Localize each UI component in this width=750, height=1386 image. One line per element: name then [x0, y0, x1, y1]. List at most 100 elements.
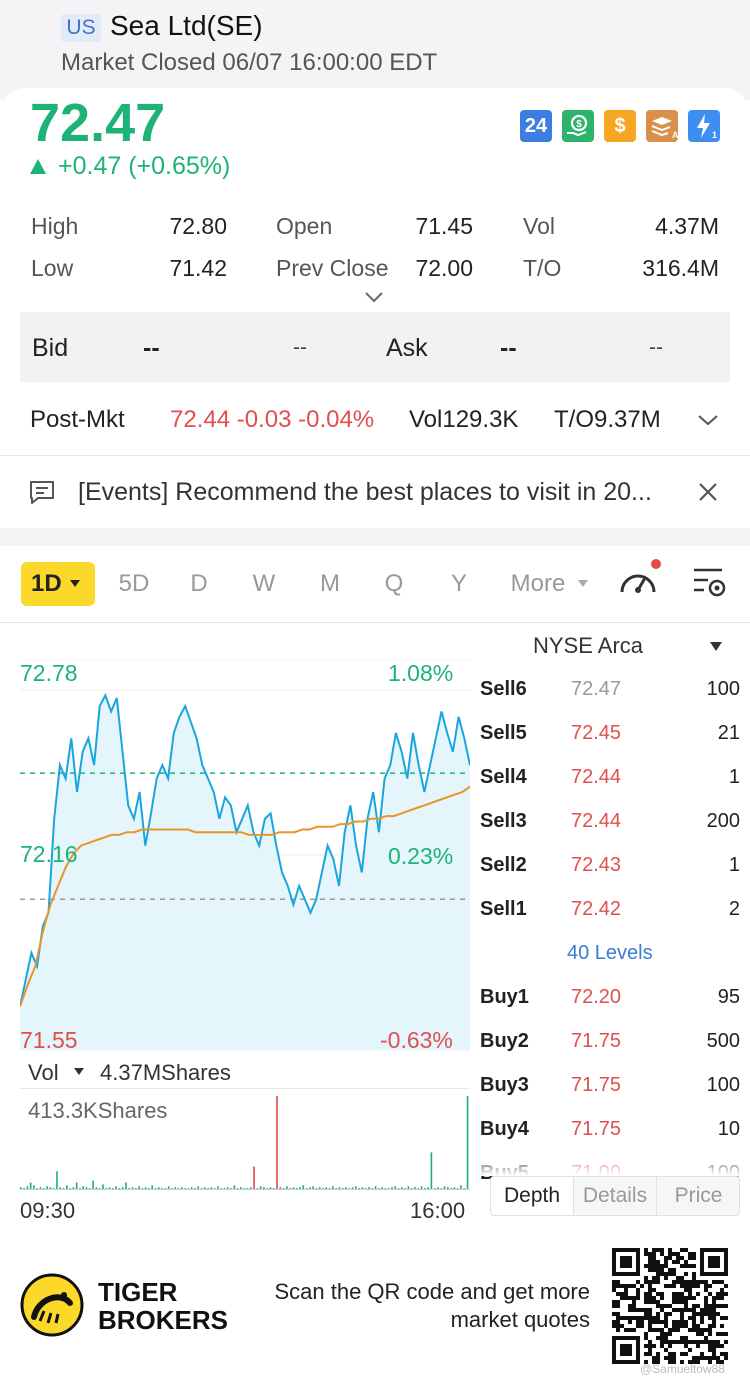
24h-trading-icon[interactable]: 24: [520, 110, 552, 142]
ask-price: 72.45: [571, 722, 622, 744]
bid-row[interactable]: Buy3 71.75 100: [480, 1074, 740, 1102]
volume-bar: [56, 1171, 58, 1190]
bid-price: 71.75: [571, 1030, 622, 1052]
stack-books-icon[interactable]: A: [646, 110, 679, 142]
bid-size: 95: [717, 986, 740, 1008]
bid-level-label: Buy2: [480, 1030, 529, 1052]
volume-bar: [75, 1182, 78, 1190]
bid-level-label: Buy4: [480, 1118, 529, 1140]
bid-size: 10: [717, 1118, 740, 1140]
bid-level-label: Buy1: [480, 986, 529, 1008]
market-status: Market Closed 06/07 16:00:00 EDT: [61, 49, 438, 76]
period-tab-1d-label: 1D: [31, 570, 62, 597]
chart-settings-icon[interactable]: [692, 566, 728, 600]
order-book-fade: [480, 1150, 750, 1176]
period-tab-w[interactable]: W: [246, 570, 282, 598]
ask-price: 72.42: [571, 898, 622, 920]
cash-hand-icon[interactable]: $: [562, 110, 594, 142]
high-label: High: [31, 213, 79, 239]
brand-line-1: TIGER: [98, 1277, 178, 1307]
order-book-tabs: Depth Details Price: [490, 1176, 740, 1216]
events-banner-text[interactable]: [Events] Recommend the best places to vi…: [78, 478, 652, 507]
vol-total: 4.37MShares: [100, 1060, 231, 1085]
period-tab-y[interactable]: Y: [442, 570, 476, 598]
ask-row[interactable]: Sell2 72.43 1: [480, 854, 740, 882]
bid-row[interactable]: Buy2 71.75 500: [480, 1030, 740, 1058]
exchange-caret-icon[interactable]: [710, 642, 722, 651]
volume-bar: [430, 1152, 433, 1190]
ticker-name: Sea Ltd(SE): [110, 10, 263, 41]
tab-price[interactable]: Price: [657, 1177, 740, 1215]
low-label: Low: [31, 255, 74, 281]
last-price: 72.47: [30, 93, 166, 153]
qr-code: [612, 1248, 728, 1364]
period-tab-m[interactable]: M: [312, 570, 348, 598]
bid-price: 71.75: [571, 1074, 622, 1096]
exchange-selector[interactable]: NYSE Arca: [533, 633, 643, 659]
price-area-fill: [20, 695, 470, 1050]
prev-close-value: 72.00: [415, 255, 473, 281]
svg-text:$: $: [576, 119, 582, 130]
ask-row[interactable]: Sell4 72.44 1: [480, 766, 740, 794]
levels-link[interactable]: 40 Levels: [567, 942, 653, 965]
ask-size: 100: [706, 678, 740, 700]
expand-stats-chevron-icon[interactable]: [364, 290, 384, 304]
period-tab-more[interactable]: More: [506, 570, 570, 598]
ask-row[interactable]: Sell1 72.42 2: [480, 898, 740, 926]
ask-size: --: [649, 336, 663, 359]
to-label: T/O: [523, 255, 562, 281]
ask-price: --: [500, 334, 517, 362]
bid-row[interactable]: Buy4 71.75 10: [480, 1118, 740, 1146]
bid-row[interactable]: Buy1 72.20 95: [480, 986, 740, 1014]
tab-details[interactable]: Details: [574, 1177, 657, 1215]
high-value: 72.80: [169, 213, 227, 239]
volume-bar: [276, 1096, 278, 1190]
open-label: Open: [276, 213, 333, 239]
bid-size: 500: [706, 1030, 740, 1052]
period-tab-q[interactable]: Q: [377, 570, 411, 598]
ask-level-label: Sell3: [480, 810, 527, 832]
volume-bar: [125, 1182, 127, 1190]
post-market-label: Post-Mkt: [30, 406, 125, 433]
dollar-icon[interactable]: $: [604, 110, 636, 142]
post-market-quote: 72.44 -0.03 -0.04%: [170, 406, 375, 433]
message-icon: [30, 481, 54, 504]
low-value: 71.42: [169, 255, 227, 281]
bid-price: 71.75: [571, 1118, 622, 1140]
vol-indicator-label[interactable]: Vol: [28, 1060, 59, 1086]
bid-price: --: [143, 334, 160, 362]
period-tab-5d[interactable]: 5D: [108, 570, 160, 598]
divider: [0, 455, 750, 456]
lightning-icon[interactable]: 1: [688, 110, 720, 142]
ask-size: 1: [728, 854, 740, 876]
divider: [0, 622, 750, 623]
bid-size: 100: [706, 1074, 740, 1096]
section-separator: [0, 528, 750, 546]
post-market-expand-chevron-icon[interactable]: [696, 412, 720, 428]
y-axis-top-label: 72.78: [20, 660, 78, 686]
y-axis-mid-label: 72.16: [20, 841, 78, 867]
price-change: +0.47 (+0.65%): [30, 152, 230, 181]
y-axis-bottom-label: 71.55: [20, 1027, 78, 1053]
more-caret-icon: [578, 580, 588, 587]
period-tab-d[interactable]: D: [182, 570, 216, 598]
to-value: 316.4M: [642, 255, 719, 281]
pct-axis-top-label: 1.08%: [388, 660, 454, 686]
ask-level-label: Sell6: [480, 678, 527, 700]
ask-size: 1: [728, 766, 740, 788]
tab-depth[interactable]: Depth: [491, 1177, 574, 1215]
x-axis-start-label: 09:30: [20, 1198, 76, 1223]
open-value: 71.45: [415, 213, 473, 239]
pct-axis-bottom-label: -0.63%: [380, 1027, 453, 1053]
close-icon[interactable]: [696, 480, 720, 504]
period-tab-1d[interactable]: 1D: [21, 562, 95, 606]
caret-down-icon: [69, 580, 80, 587]
ask-price: 72.44: [571, 810, 622, 832]
ask-row[interactable]: Sell6 72.47 100: [480, 678, 740, 706]
ask-size: 200: [706, 810, 740, 832]
ask-row[interactable]: Sell5 72.45 21: [480, 722, 740, 750]
speedometer-icon[interactable]: [618, 556, 662, 600]
ask-row[interactable]: Sell3 72.44 200: [480, 810, 740, 838]
pct-axis-mid-label: 0.23%: [388, 843, 454, 869]
vol-label: Vol: [523, 213, 555, 239]
